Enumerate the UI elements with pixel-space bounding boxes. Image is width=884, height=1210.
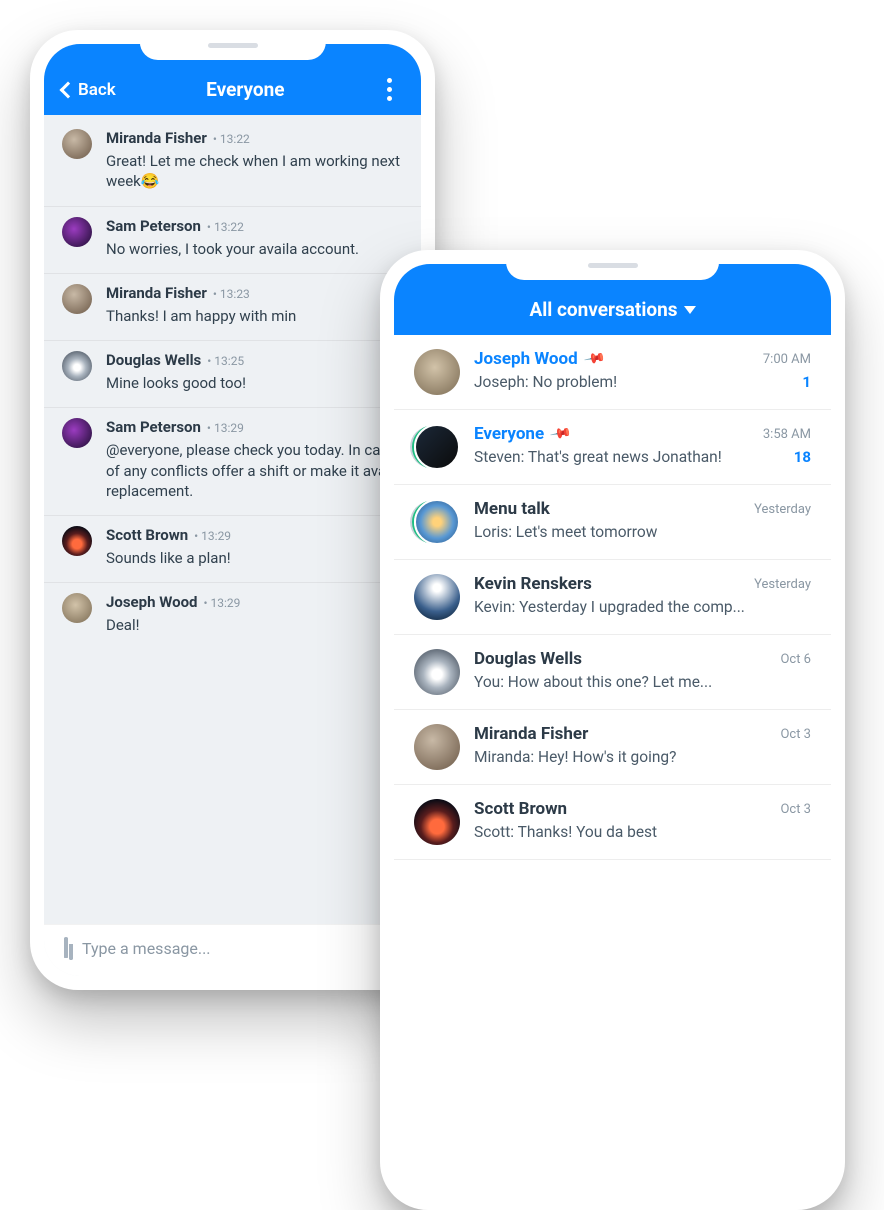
message-author: Douglas Wells — [106, 351, 201, 369]
conversation-name: Douglas Wells — [474, 649, 582, 669]
conversation-item[interactable]: Douglas Wells Oct 6 You: How about this … — [394, 635, 831, 710]
message-item[interactable]: Miranda Fisher • 13:23 Thanks! I am happy… — [44, 273, 421, 340]
message-author: Sam Peterson — [106, 217, 201, 235]
message-composer: Type a message... — [44, 924, 421, 976]
conversation-preview: Steven: That's great news Jonathan! — [474, 448, 784, 466]
paperclip-icon — [64, 937, 68, 958]
avatar — [62, 217, 92, 247]
avatar — [414, 574, 460, 620]
avatar — [414, 349, 460, 395]
message-author: Joseph Wood — [106, 593, 198, 611]
message-time: • 13:23 — [213, 287, 250, 301]
avatar — [62, 351, 92, 381]
conversation-item[interactable]: Menu talk Yesterday Loris: Let's meet to… — [394, 485, 831, 560]
conversation-time: 7:00 AM — [763, 352, 811, 367]
avatar — [62, 418, 92, 448]
avatar — [414, 424, 460, 470]
conversation-time: Yesterday — [754, 577, 811, 592]
back-button[interactable]: Back — [62, 80, 116, 100]
conversation-name: Everyone — [474, 424, 544, 444]
inbox-header: All conversations — [394, 264, 831, 335]
chevron-left-icon — [60, 81, 77, 98]
message-text: Deal! — [106, 615, 403, 635]
message-text: Sounds like a plan! — [106, 548, 403, 568]
conversation-item[interactable]: Miranda Fisher Oct 3 Miranda: Hey! How's… — [394, 710, 831, 785]
conversation-name: Joseph Wood — [474, 349, 578, 369]
conversation-time: Oct 3 — [780, 802, 811, 817]
conversation-preview: Joseph: No problem! — [474, 373, 792, 391]
message-author: Sam Peterson — [106, 418, 201, 436]
message-time: • 13:29 — [204, 596, 241, 610]
message-item[interactable]: Miranda Fisher • 13:22 Great! Let me chec… — [44, 119, 421, 206]
message-text: Mine looks good too! — [106, 373, 403, 393]
unread-badge: 1 — [802, 373, 811, 391]
message-author: Scott Brown — [106, 526, 188, 544]
message-text: @everyone, please check you today. In ca… — [106, 440, 403, 501]
chat-title: Everyone — [126, 78, 365, 101]
conversation-time: Yesterday — [754, 502, 811, 517]
message-time: • 13:29 — [194, 529, 231, 543]
caret-down-icon — [684, 306, 696, 314]
conversation-preview: You: How about this one? Let me... — [474, 673, 811, 691]
avatar — [62, 129, 92, 159]
back-label: Back — [78, 80, 116, 100]
message-author: Miranda Fisher — [106, 129, 207, 147]
message-item[interactable]: Scott Brown • 13:29 Sounds like a plan! — [44, 515, 421, 582]
message-time: • 13:22 — [213, 132, 250, 146]
phone-chat: Back Everyone Miranda Fisher • 13:22 Grea… — [30, 30, 435, 990]
conversation-item[interactable]: Everyone 📌 3:58 AM Steven: That's great … — [394, 410, 831, 485]
conversation-item[interactable]: Joseph Wood 📌 7:00 AM Joseph: No problem… — [394, 335, 831, 410]
avatar — [414, 499, 460, 545]
message-text: No worries, I took your availa account. — [106, 239, 403, 259]
conversation-name: Miranda Fisher — [474, 724, 588, 744]
message-item[interactable]: Sam Peterson • 13:29 @everyone, please ch… — [44, 407, 421, 515]
conversation-list[interactable]: Joseph Wood 📌 7:00 AM Joseph: No problem… — [394, 335, 831, 1196]
unread-badge: 18 — [794, 448, 811, 466]
conversation-preview: Miranda: Hey! How's it going? — [474, 748, 811, 766]
avatar — [414, 649, 460, 695]
message-time: • 13:29 — [207, 421, 244, 435]
message-time: • 13:22 — [207, 220, 244, 234]
phone-inbox: All conversations Joseph Wood 📌 7 — [380, 250, 845, 1210]
kebab-icon — [387, 78, 392, 101]
conversation-time: 3:58 AM — [763, 427, 811, 442]
message-item[interactable]: Sam Peterson • 13:22 No worries, I took y… — [44, 206, 421, 273]
message-item[interactable]: Douglas Wells • 13:25 Mine looks good too… — [44, 340, 421, 407]
composer-input[interactable]: Type a message... — [82, 939, 401, 958]
message-item[interactable]: Joseph Wood • 13:29 Deal! — [44, 582, 421, 649]
message-list[interactable]: Miranda Fisher • 13:22 Great! Let me chec… — [44, 115, 421, 924]
conversation-item[interactable]: Kevin Renskers Yesterday Kevin: Yesterda… — [394, 560, 831, 635]
conversation-name: Menu talk — [474, 499, 550, 519]
attach-button[interactable] — [64, 939, 68, 958]
conversation-time: Oct 6 — [780, 652, 811, 667]
conversation-time: Oct 3 — [780, 727, 811, 742]
conversation-preview: Loris: Let's meet tomorrow — [474, 523, 811, 541]
avatar — [62, 526, 92, 556]
conversation-name: Scott Brown — [474, 799, 567, 819]
pin-icon: 📌 — [583, 347, 606, 370]
message-author: Miranda Fisher — [106, 284, 207, 302]
avatar — [62, 593, 92, 623]
avatar — [414, 724, 460, 770]
message-text: Thanks! I am happy with min — [106, 306, 403, 326]
avatar — [62, 284, 92, 314]
avatar — [414, 799, 460, 845]
chat-header: Back Everyone — [44, 44, 421, 115]
more-button[interactable] — [375, 78, 403, 101]
conversation-preview: Scott: Thanks! You da best — [474, 823, 811, 841]
inbox-title: All conversations — [529, 298, 677, 321]
message-text: Great! Let me check when I am working ne… — [106, 151, 403, 192]
pin-icon: 📌 — [549, 422, 572, 445]
conversation-preview: Kevin: Yesterday I upgraded the comp... — [474, 598, 811, 616]
conversation-name: Kevin Renskers — [474, 574, 592, 594]
conversation-item[interactable]: Scott Brown Oct 3 Scott: Thanks! You da … — [394, 785, 831, 860]
message-time: • 13:25 — [207, 354, 244, 368]
inbox-filter-button[interactable]: All conversations — [529, 298, 695, 321]
